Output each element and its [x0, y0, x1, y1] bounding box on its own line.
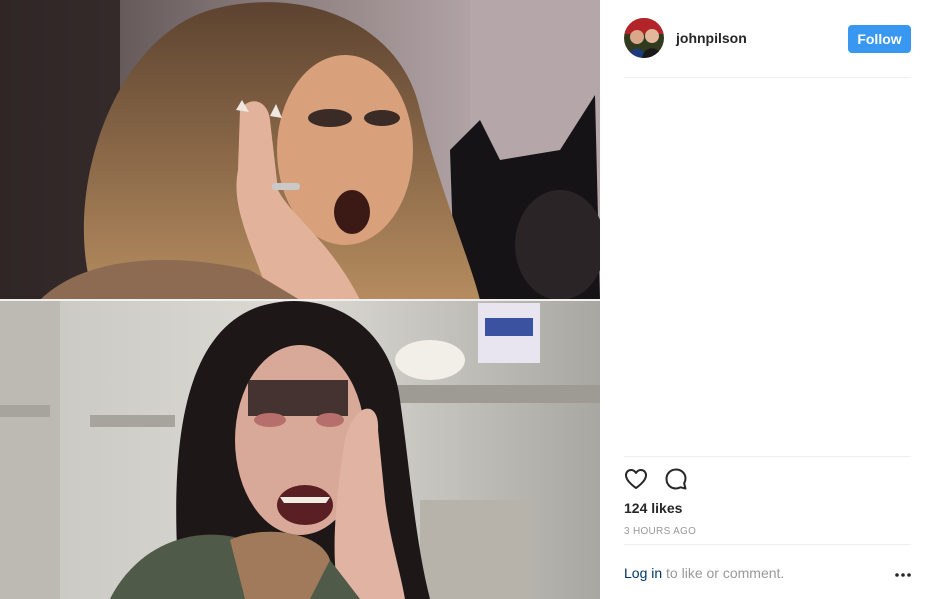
- follow-button[interactable]: Follow: [848, 25, 911, 53]
- action-bar: [624, 467, 688, 491]
- more-options-icon[interactable]: [893, 568, 913, 580]
- comment-bubble-icon[interactable]: [664, 467, 688, 491]
- likes-count[interactable]: 124 likes: [624, 500, 682, 516]
- comments-divider: [624, 456, 911, 457]
- heart-outline-icon[interactable]: [624, 467, 648, 491]
- instagram-post: johnpilson Follow 124 likes 3 HOURS AGO …: [0, 0, 931, 599]
- post-header: johnpilson Follow: [624, 18, 911, 60]
- header-divider: [624, 77, 911, 78]
- post-sidebar: johnpilson Follow 124 likes 3 HOURS AGO …: [600, 0, 931, 599]
- post-image[interactable]: [0, 0, 600, 599]
- username[interactable]: johnpilson: [676, 30, 747, 46]
- login-link[interactable]: Log in: [624, 565, 662, 581]
- avatar[interactable]: [624, 18, 664, 58]
- login-prompt: Log in to like or comment.: [624, 565, 784, 581]
- footer-divider: [624, 544, 911, 545]
- login-suffix: to like or comment.: [662, 565, 785, 581]
- post-timestamp: 3 HOURS AGO: [624, 526, 697, 537]
